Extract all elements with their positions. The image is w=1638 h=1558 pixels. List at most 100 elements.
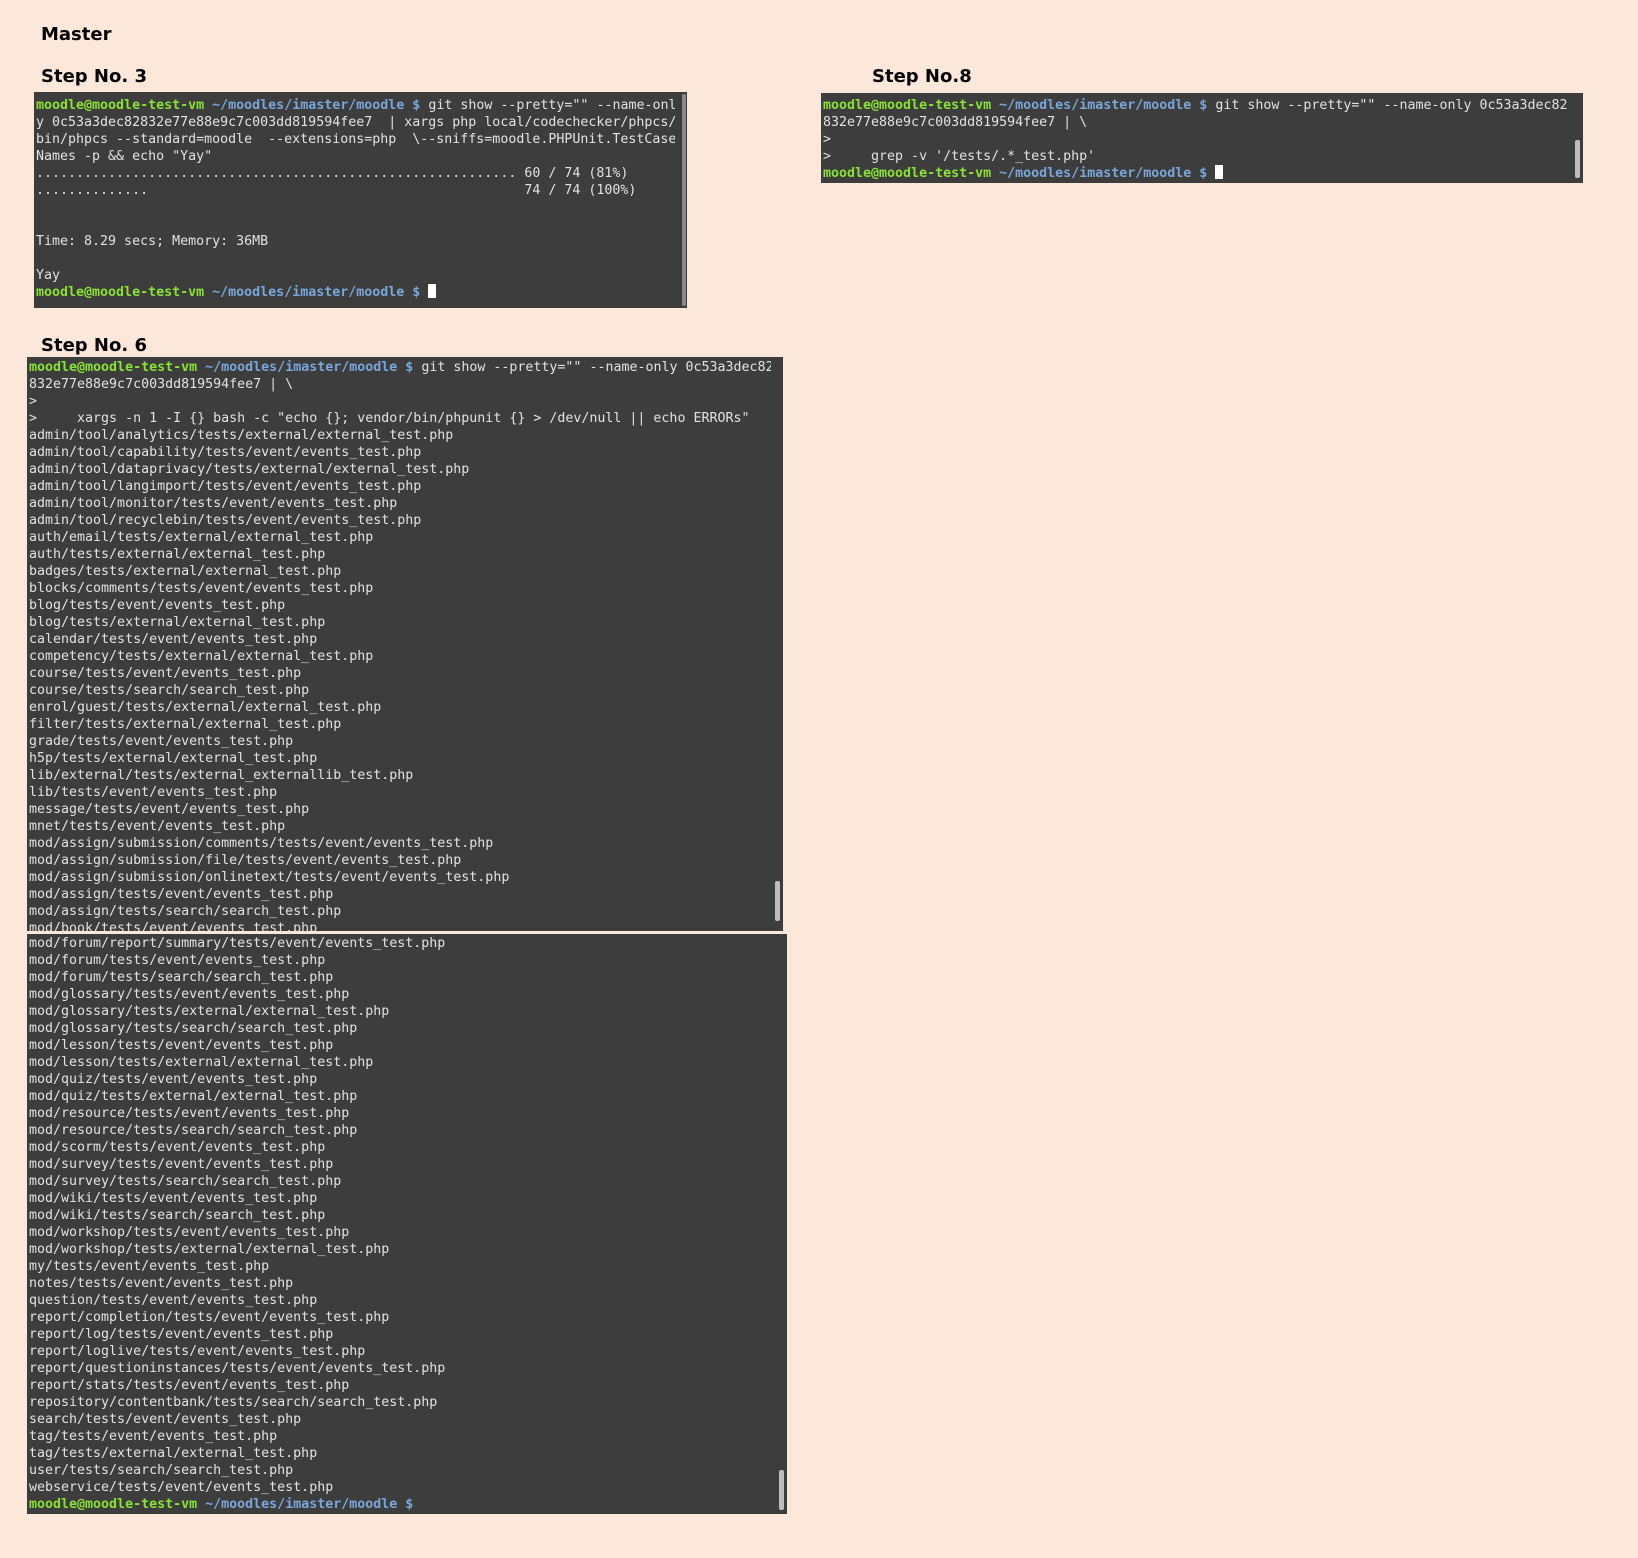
terminal-line: > [823,132,832,147]
step6-terminal-bottom[interactable]: mod/forum/report/summary/tests/event/eve… [27,934,787,1514]
command-text: git show --pretty="" --name-only 0c53a3d… [1215,98,1568,113]
terminal-line: lib/tests/event/events_test.php [29,785,278,800]
terminal-line: course/tests/event/events_test.php [29,666,302,681]
prompt-user: moodle@moodle-test-vm [29,360,198,375]
terminal-line: auth/email/tests/external/external_test.… [29,530,374,545]
terminal-line: auth/tests/external/external_test.php [29,547,326,562]
terminal-line: mod/workshop/tests/external/external_tes… [29,1242,390,1257]
terminal-line: report/log/tests/event/events_test.php [29,1327,334,1342]
prompt-path: ~/moodles/imaster/moodle [205,360,398,375]
terminal-line: bin/phpcs --standard=moodle --extensions… [36,132,675,147]
terminal-line: y 0c53a3dec82832e77e88e9c7c003dd819594fe… [36,115,675,130]
prompt-symbol: $ [412,285,421,300]
terminal-line: 832e77e88e9c7c003dd819594fee7 | \ [823,115,1088,130]
terminal-line: mod/book/tests/event/events_test.php [29,921,318,931]
step6-heading: Step No. 6 [41,335,147,356]
prompt-path: ~/moodles/imaster/moodle [205,1497,398,1512]
scrollbar[interactable] [775,881,780,921]
terminal-line: lib/external/tests/external_externallib_… [29,768,414,783]
terminal-line: mod/glossary/tests/search/search_test.ph… [29,1021,358,1036]
terminal-line: 832e77e88e9c7c003dd819594fee7 | \ [29,377,294,392]
terminal-line: competency/tests/external/external_test.… [29,649,374,664]
terminal-line: report/completion/tests/event/events_tes… [29,1310,390,1325]
terminal-line: mod/forum/report/summary/tests/event/eve… [29,936,446,951]
terminal-line: Time: 8.29 secs; Memory: 36MB [36,234,269,249]
terminal-line: > [29,394,38,409]
terminal-line: blog/tests/event/events_test.php [29,598,286,613]
prompt-symbol: $ [1199,166,1208,181]
terminal-line: calendar/tests/event/events_test.php [29,632,318,647]
step6-terminal-top[interactable]: moodle@moodle-test-vm ~/moodles/imaster/… [27,357,783,931]
terminal-line: mod/assign/submission/onlinetext/tests/e… [29,870,510,885]
prompt-symbol: $ [405,1497,414,1512]
terminal-line: > grep -v '/tests/.*_test.php' [823,149,1096,164]
step6-terminal-top-output: moodle@moodle-test-vm ~/moodles/imaster/… [29,359,771,931]
terminal-line: ........................................… [36,166,629,181]
prompt-line: moodle@moodle-test-vm ~/moodles/imaster/… [36,97,675,114]
terminal-line: mod/assign/submission/file/tests/event/e… [29,853,462,868]
terminal-line: mod/assign/tests/search/search_test.php [29,904,342,919]
terminal-line: mnet/tests/event/events_test.php [29,819,286,834]
terminal-line: admin/tool/capability/tests/event/events… [29,445,422,460]
terminal-line: admin/tool/monitor/tests/event/events_te… [29,496,398,511]
prompt-path: ~/moodles/imaster/moodle [212,98,405,113]
terminal-line: report/questioninstances/tests/event/eve… [29,1361,446,1376]
terminal-line: mod/quiz/tests/external/external_test.ph… [29,1089,358,1104]
scrollbar[interactable] [779,1470,784,1510]
page-title: Master [41,24,112,45]
step3-terminal[interactable]: moodle@moodle-test-vm ~/moodles/imaster/… [34,92,687,308]
terminal-line: mod/survey/tests/search/search_test.php [29,1174,342,1189]
terminal-line: mod/lesson/tests/event/events_test.php [29,1038,334,1053]
step3-terminal-output: moodle@moodle-test-vm ~/moodles/imaster/… [36,97,675,301]
terminal-line: enrol/guest/tests/external/external_test… [29,700,382,715]
terminal-line: blog/tests/external/external_test.php [29,615,326,630]
prompt-path: ~/moodles/imaster/moodle [212,285,405,300]
terminal-line: mod/survey/tests/event/events_test.php [29,1157,334,1172]
step3-heading: Step No. 3 [41,66,147,87]
terminal-line: user/tests/search/search_test.php [29,1463,294,1478]
prompt-user: moodle@moodle-test-vm [29,1497,198,1512]
prompt-user: moodle@moodle-test-vm [823,166,992,181]
step8-heading: Step No.8 [872,66,972,87]
terminal-line: question/tests/event/events_test.php [29,1293,318,1308]
terminal-line: filter/tests/external/external_test.php [29,717,342,732]
terminal-line: mod/scorm/tests/event/events_test.php [29,1140,326,1155]
terminal-line: search/tests/event/events_test.php [29,1412,302,1427]
scrollbar[interactable] [682,94,686,306]
terminal-line: mod/assign/tests/event/events_test.php [29,887,334,902]
terminal-line: course/tests/search/search_test.php [29,683,310,698]
step6-terminal-bottom-output: mod/forum/report/summary/tests/event/eve… [29,935,775,1513]
terminal-line: > xargs -n 1 -I {} bash -c "echo {}; ven… [29,411,750,426]
prompt-line: moodle@moodle-test-vm ~/moodles/imaster/… [29,359,771,376]
terminal-line: mod/workshop/tests/event/events_test.php [29,1225,350,1240]
terminal-line: mod/assign/submission/comments/tests/eve… [29,836,494,851]
terminal-line: mod/resource/tests/event/events_test.php [29,1106,350,1121]
scrollbar[interactable] [1575,140,1580,178]
terminal-line: mod/forum/tests/search/search_test.php [29,970,334,985]
terminal-line: Yay [36,268,61,283]
terminal-line: mod/quiz/tests/event/events_test.php [29,1072,318,1087]
terminal-line: mod/wiki/tests/search/search_test.php [29,1208,326,1223]
prompt-symbol: $ [1199,98,1208,113]
terminal-line: mod/wiki/tests/event/events_test.php [29,1191,318,1206]
terminal-line: notes/tests/event/events_test.php [29,1276,294,1291]
command-text: git show --pretty="" --name-only 0c53a3d… [421,360,771,375]
terminal-line: report/stats/tests/event/events_test.php [29,1378,350,1393]
step8-terminal-output: moodle@moodle-test-vm ~/moodles/imaster/… [823,97,1571,182]
prompt-symbol: $ [405,360,414,375]
terminal-line: badges/tests/external/external_test.php [29,564,342,579]
terminal-line: admin/tool/analytics/tests/external/exte… [29,428,454,443]
terminal-line: mod/glossary/tests/external/external_tes… [29,1004,390,1019]
terminal-line: grade/tests/event/events_test.php [29,734,294,749]
terminal-line: webservice/tests/event/events_test.php [29,1480,334,1495]
prompt-symbol: $ [412,98,421,113]
prompt-path: ~/moodles/imaster/moodle [999,98,1192,113]
step8-terminal[interactable]: moodle@moodle-test-vm ~/moodles/imaster/… [821,93,1583,183]
terminal-line: tag/tests/external/external_test.php [29,1446,318,1461]
prompt-line: moodle@moodle-test-vm ~/moodles/imaster/… [36,284,675,301]
prompt-user: moodle@moodle-test-vm [36,285,205,300]
prompt-user: moodle@moodle-test-vm [36,98,205,113]
